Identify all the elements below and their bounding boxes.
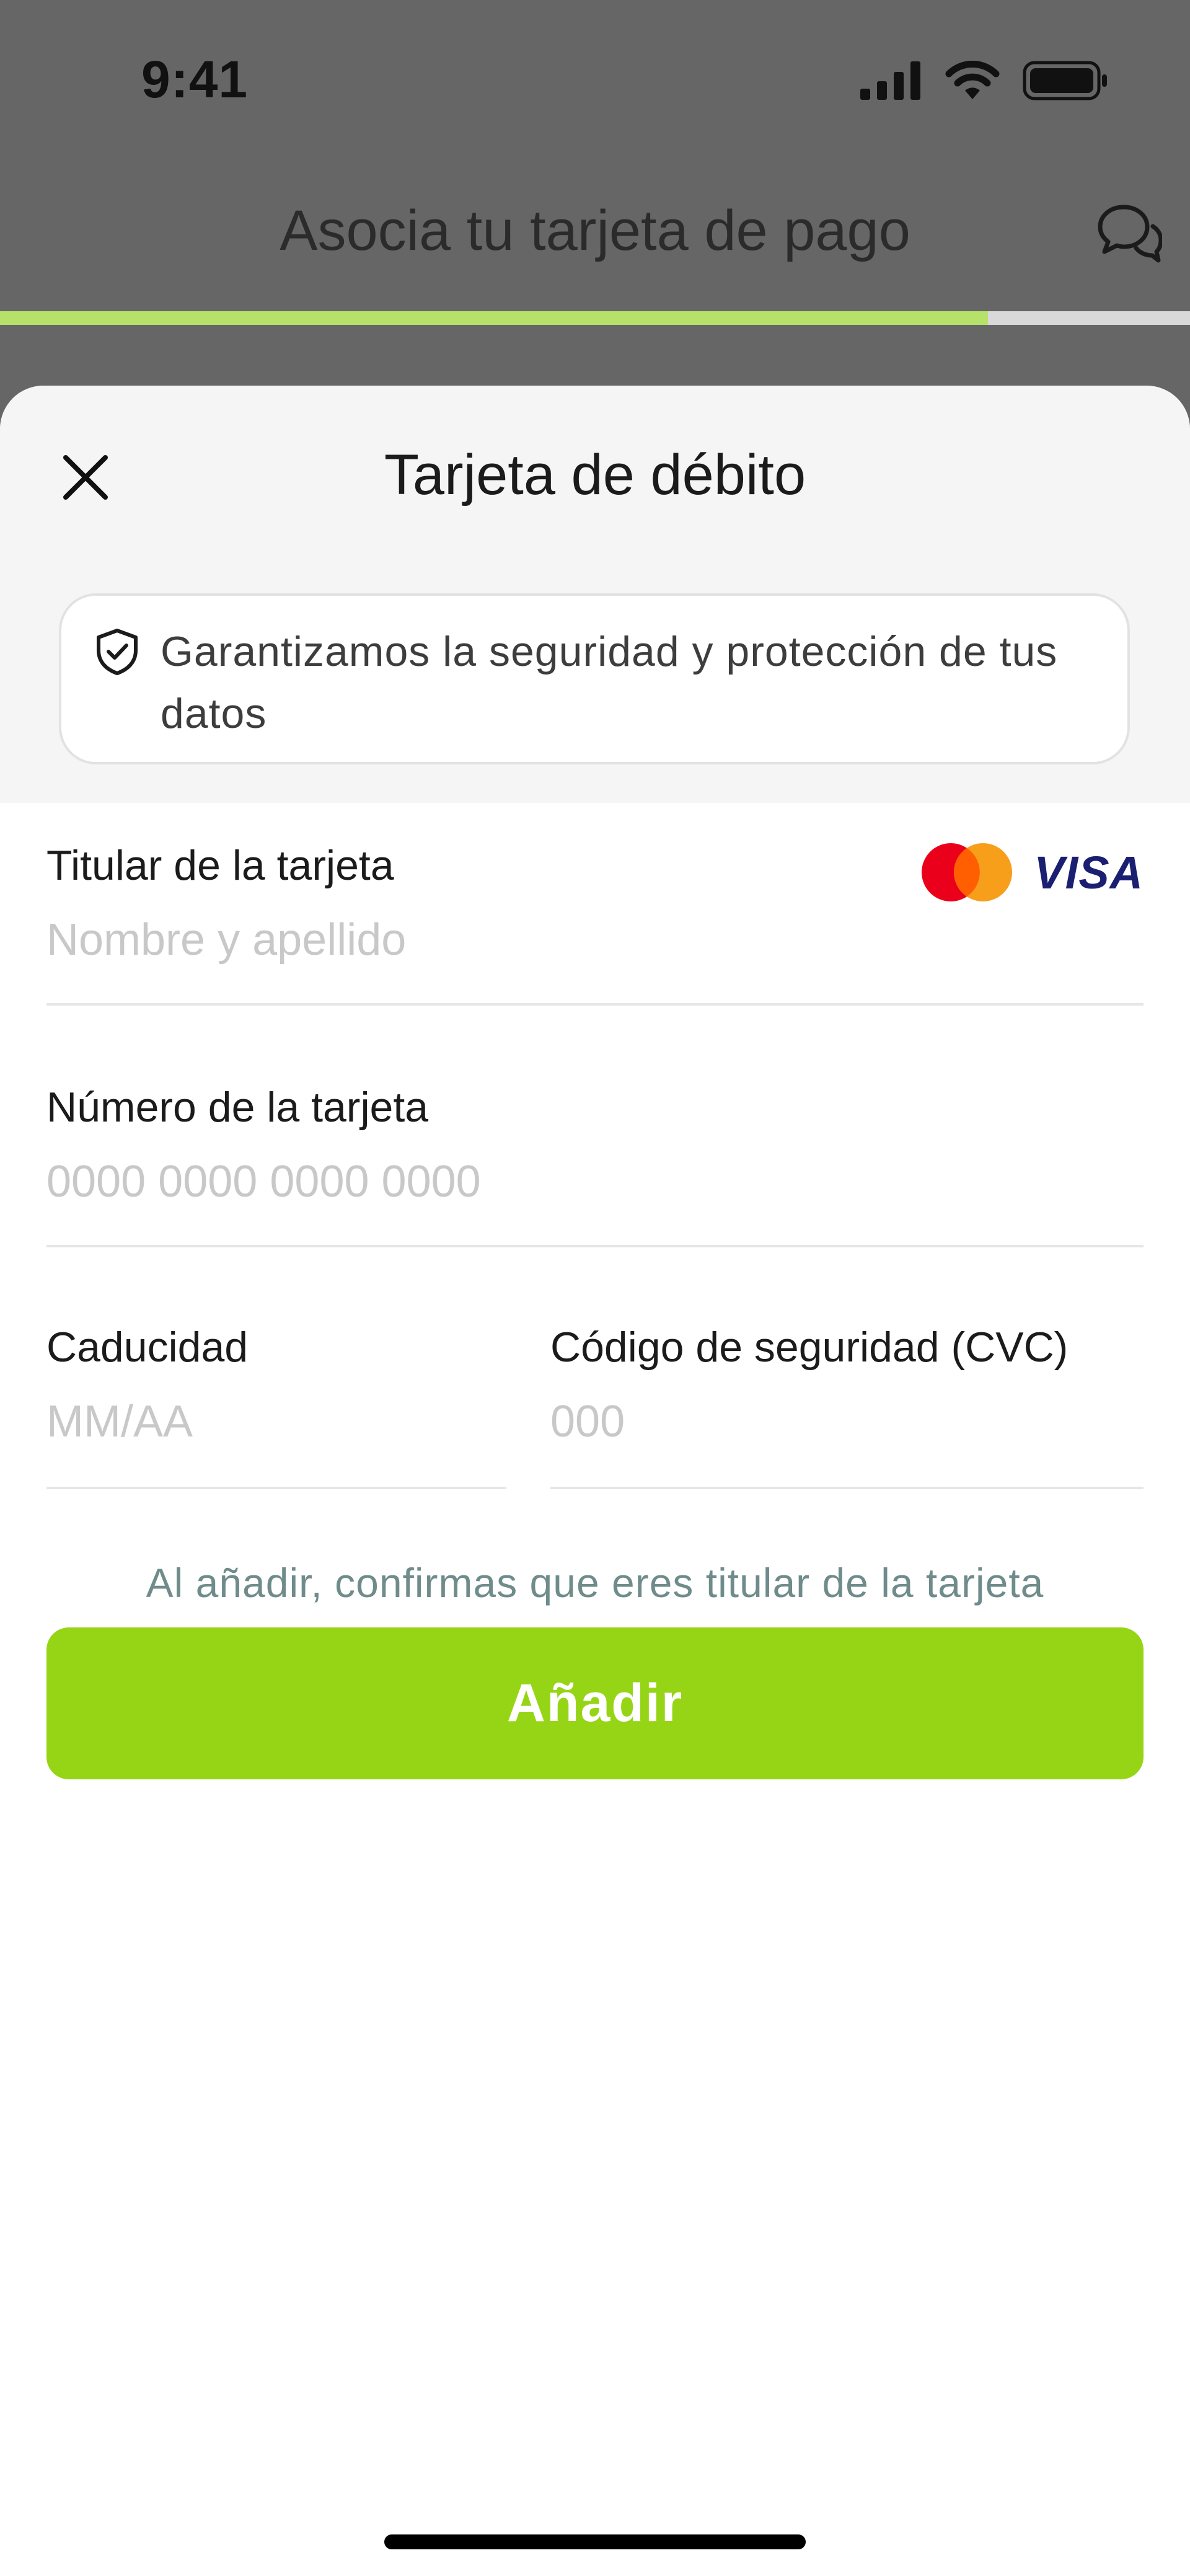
expiry-label: Caducidad (46, 1324, 249, 1371)
shield-check-icon (97, 629, 138, 675)
card-bottom-sheet: Tarjeta de débito Garantizamos la seguri… (0, 386, 1190, 2576)
chat-bubbles-icon[interactable] (1094, 198, 1163, 267)
cardholder-input[interactable] (46, 914, 914, 965)
status-time: 9:41 (141, 50, 249, 108)
battery-icon (1023, 61, 1107, 100)
progress-fill (0, 311, 988, 325)
cvc-input[interactable] (550, 1396, 1144, 1447)
cvc-field: Código de seguridad (CVC) (550, 1323, 1144, 1489)
holder-disclaimer: Al añadir, confirmas que eres titular de… (146, 1560, 1044, 1606)
progress-bar (0, 311, 1190, 325)
security-notice: Garantizamos la seguridad y protección d… (59, 593, 1130, 764)
status-bar: 9:41 (0, 0, 1190, 155)
cardholder-field: Titular de la tarjeta (46, 841, 1144, 1006)
sheet-title: Tarjeta de débito (384, 443, 806, 507)
wifi-icon (945, 61, 1000, 99)
expiry-input[interactable] (46, 1396, 506, 1447)
status-icons (860, 59, 1109, 102)
dimmed-background: 9:41 Asocia tu tarjeta de pago (0, 0, 1190, 434)
add-card-button[interactable]: Añadir (46, 1627, 1144, 1779)
card-number-label: Número de la tarjeta (46, 1084, 429, 1131)
expiry-field: Caducidad (46, 1323, 506, 1489)
home-indicator[interactable] (384, 2534, 806, 2549)
cellular-signal-icon (860, 61, 920, 100)
security-notice-text: Garantizamos la seguridad y protección d… (161, 628, 1058, 737)
screen-title: Asocia tu tarjeta de pago (280, 199, 910, 262)
sheet-header: Tarjeta de débito Garantizamos la seguri… (0, 386, 1190, 803)
card-number-input[interactable] (46, 1156, 1144, 1207)
cvc-label: Código de seguridad (CVC) (550, 1324, 1069, 1371)
cardholder-label: Titular de la tarjeta (46, 842, 394, 889)
card-number-field: Número de la tarjeta (46, 1083, 1144, 1247)
